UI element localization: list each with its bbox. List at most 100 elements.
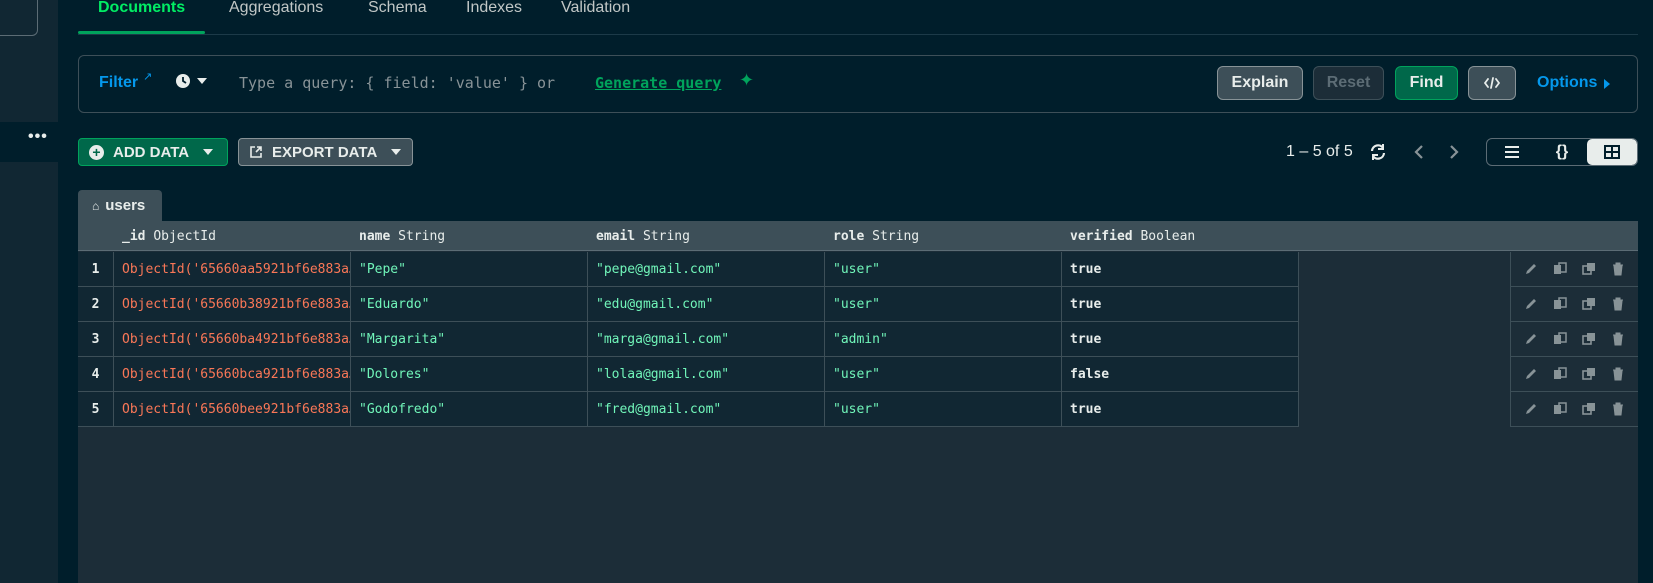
- edit-icon[interactable]: [1524, 262, 1538, 276]
- delete-icon[interactable]: [1611, 332, 1625, 346]
- history-clock-icon[interactable]: [175, 73, 191, 89]
- row-actions: [1510, 322, 1638, 357]
- cell-verified[interactable]: true: [1062, 287, 1299, 322]
- collection-breadcrumb[interactable]: ⌂ users: [78, 190, 162, 221]
- tab-schema[interactable]: Schema: [368, 0, 427, 34]
- table-row[interactable]: 3 ObjectId('65660ba4921bf6e883a… "Margar…: [78, 322, 1638, 357]
- list-view-button[interactable]: [1487, 139, 1537, 165]
- cell-id[interactable]: ObjectId('65660aa5921bf6e883a…: [114, 252, 351, 287]
- row-actions: [1510, 287, 1638, 322]
- clone-icon[interactable]: [1582, 262, 1596, 276]
- edit-icon[interactable]: [1524, 367, 1538, 381]
- copy-icon[interactable]: [1553, 332, 1567, 346]
- delete-icon[interactable]: [1611, 402, 1625, 416]
- delete-icon[interactable]: [1611, 262, 1625, 276]
- cell-id[interactable]: ObjectId('65660ba4921bf6e883a…: [114, 322, 351, 357]
- column-header-id[interactable]: _id ObjectId: [122, 229, 216, 244]
- export-data-button[interactable]: EXPORT DATA: [238, 138, 413, 166]
- chevron-right-icon[interactable]: [1604, 79, 1610, 89]
- cell-name[interactable]: "Margarita": [351, 322, 588, 357]
- cell-id[interactable]: ObjectId('65660bca921bf6e883a…: [114, 357, 351, 392]
- plus-circle-icon: +: [89, 144, 104, 160]
- clone-icon[interactable]: [1582, 297, 1596, 311]
- table-header: _id ObjectId name String email String ro…: [78, 221, 1638, 251]
- chevron-down-icon[interactable]: [197, 78, 207, 84]
- cell-name[interactable]: "Pepe": [351, 252, 588, 287]
- row-number: 1: [78, 252, 114, 287]
- cell-name[interactable]: "Eduardo": [351, 287, 588, 322]
- clone-icon[interactable]: [1582, 367, 1596, 381]
- copy-icon[interactable]: [1553, 262, 1567, 276]
- add-data-button[interactable]: + ADD DATA: [78, 138, 228, 166]
- table-view-button[interactable]: [1587, 139, 1637, 165]
- table-row[interactable]: 4 ObjectId('65660bca921bf6e883a… "Dolore…: [78, 357, 1638, 392]
- copy-icon[interactable]: [1553, 367, 1567, 381]
- options-toggle[interactable]: Options: [1537, 74, 1597, 92]
- code-view-button[interactable]: [1468, 66, 1516, 100]
- cell-email[interactable]: "marga@gmail.com": [588, 322, 825, 357]
- clone-icon[interactable]: [1582, 332, 1596, 346]
- cell-role[interactable]: "admin": [825, 322, 1062, 357]
- cell-email[interactable]: "lolaa@gmail.com": [588, 357, 825, 392]
- sidebar-panel-edge: [0, 0, 38, 36]
- cell-role[interactable]: "user": [825, 252, 1062, 287]
- cell-verified[interactable]: false: [1062, 357, 1299, 392]
- explain-button[interactable]: Explain: [1217, 66, 1303, 100]
- find-button[interactable]: Find: [1395, 66, 1458, 100]
- table-row[interactable]: 2 ObjectId('65660b38921bf6e883a… "Eduard…: [78, 287, 1638, 322]
- clone-icon[interactable]: [1582, 402, 1596, 416]
- code-icon: [1484, 77, 1500, 89]
- query-bar: Filter ↗ Type a query: { field: 'value' …: [78, 55, 1638, 113]
- table-icon: [1604, 145, 1620, 159]
- column-header-email[interactable]: email String: [596, 229, 690, 244]
- table-row[interactable]: 1 ObjectId('65660aa5921bf6e883a… "Pepe" …: [78, 252, 1638, 287]
- tab-documents[interactable]: Documents: [77, 0, 206, 34]
- left-sidebar: •••: [0, 0, 58, 583]
- row-number: 3: [78, 322, 114, 357]
- table-row[interactable]: 5 ObjectId('65660bee921bf6e883a… "Godofr…: [78, 392, 1638, 427]
- edit-icon[interactable]: [1524, 332, 1538, 346]
- delete-icon[interactable]: [1611, 297, 1625, 311]
- json-view-button[interactable]: {}: [1537, 139, 1587, 165]
- cell-verified[interactable]: true: [1062, 252, 1299, 287]
- filter-label[interactable]: Filter: [99, 74, 138, 92]
- tab-indexes[interactable]: Indexes: [466, 0, 522, 34]
- cell-id[interactable]: ObjectId('65660b38921bf6e883a…: [114, 287, 351, 322]
- previous-page-icon[interactable]: [1411, 142, 1427, 162]
- column-header-name[interactable]: name String: [359, 229, 445, 244]
- row-number: 4: [78, 357, 114, 392]
- cell-name[interactable]: "Godofredo": [351, 392, 588, 427]
- collection-name: users: [105, 197, 146, 214]
- delete-icon[interactable]: [1611, 367, 1625, 381]
- cell-verified[interactable]: true: [1062, 392, 1299, 427]
- cell-name[interactable]: "Dolores": [351, 357, 588, 392]
- tab-aggregations[interactable]: Aggregations: [229, 0, 323, 34]
- next-page-icon[interactable]: [1446, 142, 1462, 162]
- cell-email[interactable]: "fred@gmail.com": [588, 392, 825, 427]
- cell-role[interactable]: "user": [825, 392, 1062, 427]
- edit-icon[interactable]: [1524, 297, 1538, 311]
- cell-role[interactable]: "user": [825, 357, 1062, 392]
- edit-icon[interactable]: [1524, 402, 1538, 416]
- cell-email[interactable]: "edu@gmail.com": [588, 287, 825, 322]
- copy-icon[interactable]: [1553, 402, 1567, 416]
- external-link-icon[interactable]: ↗: [143, 70, 152, 83]
- column-header-verified[interactable]: verified Boolean: [1070, 229, 1195, 244]
- cell-role[interactable]: "user": [825, 287, 1062, 322]
- tab-validation[interactable]: Validation: [561, 0, 630, 34]
- chevron-down-icon: [203, 149, 214, 155]
- row-actions: [1510, 357, 1638, 392]
- collection-tabs: Documents Aggregations Schema Indexes Va…: [77, 0, 1638, 35]
- column-header-role[interactable]: role String: [833, 229, 919, 244]
- refresh-icon[interactable]: [1368, 142, 1388, 162]
- cell-id[interactable]: ObjectId('65660bee921bf6e883a…: [114, 392, 351, 427]
- cell-verified[interactable]: true: [1062, 322, 1299, 357]
- pagination-count: 1 – 5 of 5: [1286, 143, 1353, 160]
- generate-query-link[interactable]: Generate query: [595, 74, 721, 92]
- documents-table: _id ObjectId name String email String ro…: [78, 221, 1638, 583]
- copy-icon[interactable]: [1553, 297, 1567, 311]
- cell-email[interactable]: "pepe@gmail.com": [588, 252, 825, 287]
- more-options-icon[interactable]: •••: [28, 128, 48, 146]
- query-input[interactable]: Type a query: { field: 'value' } or: [239, 74, 564, 92]
- reset-button[interactable]: Reset: [1313, 66, 1384, 100]
